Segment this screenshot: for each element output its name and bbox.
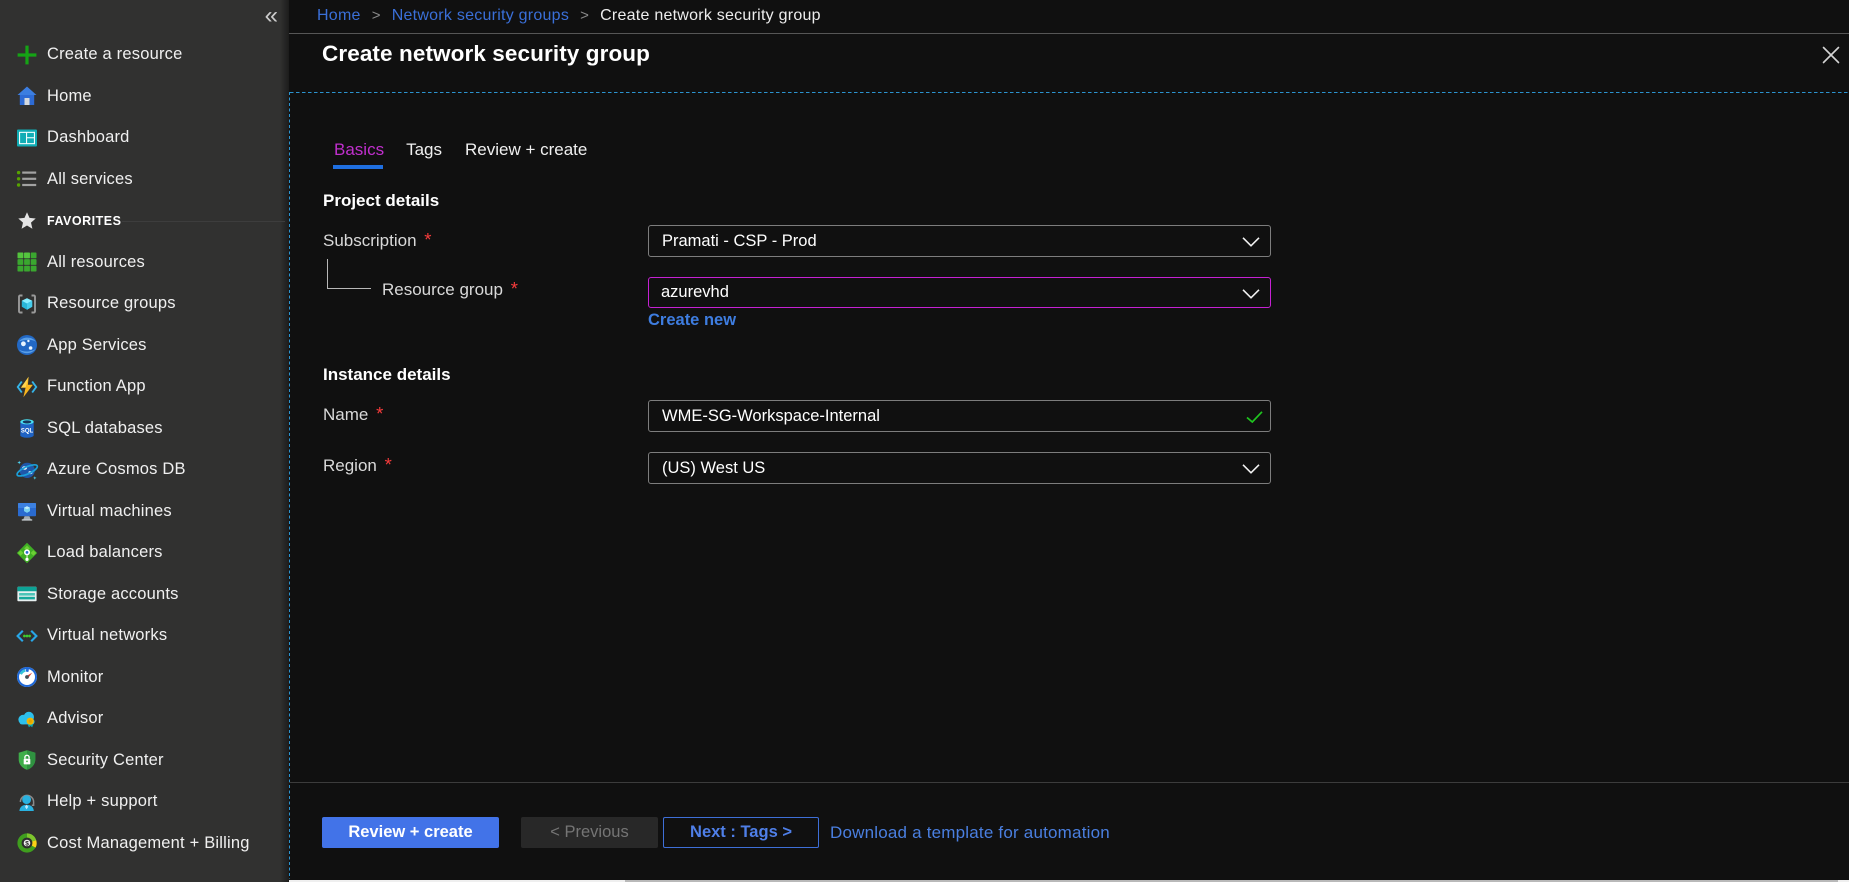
svg-text:$: $ [25, 841, 29, 848]
svg-text:SQL: SQL [21, 429, 34, 435]
